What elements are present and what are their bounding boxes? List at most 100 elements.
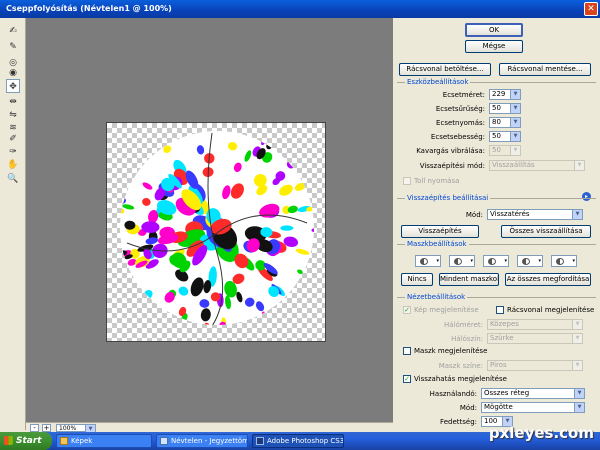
brush-pressure-field[interactable]: 80 ▼ <box>489 117 521 128</box>
zoom-out-button[interactable]: - <box>30 424 39 432</box>
zoom-in-button[interactable]: + <box>42 424 51 432</box>
reconstruct-options-title: Visszaépítés beállításai <box>405 194 491 202</box>
invert-selection-button[interactable]: ▾ <box>551 255 577 267</box>
folder-icon <box>60 437 68 445</box>
reconstruct-tool-icon[interactable]: ✎ <box>6 40 20 54</box>
chevron-down-icon: ▾ <box>504 258 507 264</box>
replace-selection-button[interactable]: ▾ <box>415 255 441 267</box>
push-left-tool-icon[interactable]: ⇹ <box>6 95 20 109</box>
mask-color-value: Piros <box>490 361 507 369</box>
document-preview[interactable] <box>106 122 326 342</box>
chevron-down-icon: ▼ <box>510 146 520 155</box>
show-mesh-label: Rácsvonal megjelenítése <box>507 306 595 314</box>
show-backdrop-checkbox[interactable]: ✓ Visszahatás megjelenítése <box>403 375 507 384</box>
chevron-down-icon: ▾ <box>436 258 439 264</box>
restore-all-button[interactable]: Összes visszaállítása <box>501 225 591 238</box>
taskbar-item-notepad[interactable]: Névtelen - Jegyzettömb <box>156 434 248 448</box>
reconstruct-mode-select: Visszaállítás ▼ <box>489 160 585 171</box>
mask-replace-icon <box>420 258 428 265</box>
brush-size-value: 229 <box>492 90 506 98</box>
brush-pressure-value: 80 <box>492 118 501 126</box>
checkbox-icon <box>403 177 411 185</box>
brush-density-label: Ecsetsűrűség: <box>435 105 485 113</box>
liquify-toolbox: ✍ ✎ ◎ ◉ ✥ ⇹ ⇋ ≋ ✐ ✑ ✋ 🔍 <box>0 18 26 430</box>
zoom-select[interactable]: 100% ▼ <box>56 424 96 434</box>
show-mesh-checkbox[interactable]: Rácsvonal megjelenítése <box>496 306 594 315</box>
backdrop-mode-select[interactable]: Mögötte ▼ <box>481 402 585 413</box>
subtract-from-selection-button[interactable]: ▾ <box>483 255 509 267</box>
save-mesh-button[interactable]: Rácsvonal mentése... <box>499 63 591 76</box>
zoom-tool-icon[interactable]: 🔍 <box>6 172 20 186</box>
close-icon[interactable]: ✕ <box>584 2 598 16</box>
brush-rate-field[interactable]: 50 ▼ <box>489 131 521 142</box>
show-mask-checkbox[interactable]: Maszk megjelenítése <box>403 347 487 356</box>
mesh-size-label: Hálóméret: <box>443 321 483 329</box>
turbulent-jitter-label: Kavargás vibrálása: <box>416 147 485 155</box>
add-to-selection-button[interactable]: ▾ <box>449 255 475 267</box>
reconstruct-mode-label: Mód: <box>465 211 483 219</box>
status-bar: - + 100% ▼ <box>26 422 393 434</box>
thaw-mask-tool-icon[interactable]: ✑ <box>6 145 20 159</box>
chevron-down-icon: ▼ <box>510 104 520 113</box>
freeze-mask-tool-icon[interactable]: ✐ <box>6 132 20 146</box>
reconstruct-mode-dropdown[interactable]: Visszatérés ▼ <box>487 209 583 220</box>
opacity-label: Fedettség: <box>440 418 477 426</box>
show-image-label: Kép megjelenítése <box>414 306 479 314</box>
backdrop-mode-value: Mögötte <box>484 403 513 411</box>
bloat-tool-icon[interactable]: ✥ <box>6 79 20 93</box>
zoom-value: 100% <box>59 425 77 432</box>
brush-size-label: Ecsetméret: <box>442 91 485 99</box>
mirror-tool-icon[interactable]: ⇋ <box>6 108 20 122</box>
tool-options-title: Eszközbeállítások <box>405 78 471 86</box>
chevron-down-icon: ▼ <box>572 320 582 329</box>
invert-all-button[interactable]: Az összes megfordítása <box>505 273 591 286</box>
mesh-color-value: Szürke <box>490 334 514 342</box>
brush-rate-value: 50 <box>492 132 501 140</box>
preview-canvas-area[interactable] <box>26 18 393 422</box>
brush-density-value: 50 <box>492 104 501 112</box>
reconstruct-mode-dropdown-value: Visszatérés <box>490 210 530 218</box>
mask-invert-icon <box>556 258 564 265</box>
mask-all-button[interactable]: Mindent maszkol <box>439 273 499 286</box>
taskbar-item-kepek[interactable]: Képek <box>56 434 152 448</box>
checkbox-icon <box>403 347 411 355</box>
checkbox-icon <box>496 306 504 314</box>
load-mesh-button[interactable]: Rácsvonal betöltése... <box>399 63 491 76</box>
brush-size-field[interactable]: 229 ▼ <box>489 89 521 100</box>
chevron-down-icon: ▾ <box>470 258 473 264</box>
tool-options-group: Eszközbeállítások Ecsetméret: 229 ▼ Ecset… <box>397 78 596 188</box>
chevron-down-icon: ▼ <box>510 90 520 99</box>
reconstruct-button[interactable]: Visszaépítés <box>401 225 479 238</box>
pucker-tool-icon[interactable]: ◉ <box>6 66 20 80</box>
view-options-title: Nézetbeállítások <box>405 293 468 301</box>
mask-none-button[interactable]: Nincs <box>401 273 433 286</box>
use-layer-value: Összes réteg <box>484 389 530 397</box>
mask-options-title: Maszkbeállítások <box>405 240 469 248</box>
use-layer-select[interactable]: Összes réteg ▼ <box>481 388 585 399</box>
cancel-button[interactable]: Mégse <box>465 40 523 53</box>
chevron-down-icon: ▼ <box>574 161 584 170</box>
warp-tool-icon[interactable]: ✍ <box>6 24 20 38</box>
ok-button[interactable]: OK <box>465 23 523 37</box>
hand-tool-icon[interactable]: ✋ <box>6 158 20 172</box>
stylus-pressure-checkbox: Toll nyomása <box>403 177 459 186</box>
turbulent-jitter-field: 50 ▼ <box>489 145 521 156</box>
mesh-size-select: Közepes ▼ <box>487 319 583 330</box>
taskbar-item-label: Képek <box>71 437 93 445</box>
start-label: Start <box>16 436 42 446</box>
intersect-selection-button[interactable]: ▾ <box>517 255 543 267</box>
chevron-down-icon: ▼ <box>572 210 582 219</box>
mask-subtract-icon <box>488 258 496 265</box>
chevron-down-icon: ▾ <box>572 258 575 264</box>
taskbar-item-photoshop[interactable]: Adobe Photoshop CS3 <box>252 434 344 448</box>
sphere-color-blob <box>280 225 294 231</box>
window-title: Cseppfolyósítás (Névtelen1 @ 100%) <box>6 4 172 13</box>
show-mask-label: Maszk megjelenítése <box>414 347 488 355</box>
brush-density-field[interactable]: 50 ▼ <box>489 103 521 114</box>
mask-add-icon <box>454 258 462 265</box>
chevron-down-icon: ▼ <box>510 132 520 141</box>
watermark: pxleyes.com <box>488 424 594 442</box>
start-button[interactable]: Start <box>0 432 52 450</box>
mask-intersect-icon <box>522 258 530 265</box>
show-image-checkbox: ✓ Kép megjelenítése <box>403 306 479 315</box>
